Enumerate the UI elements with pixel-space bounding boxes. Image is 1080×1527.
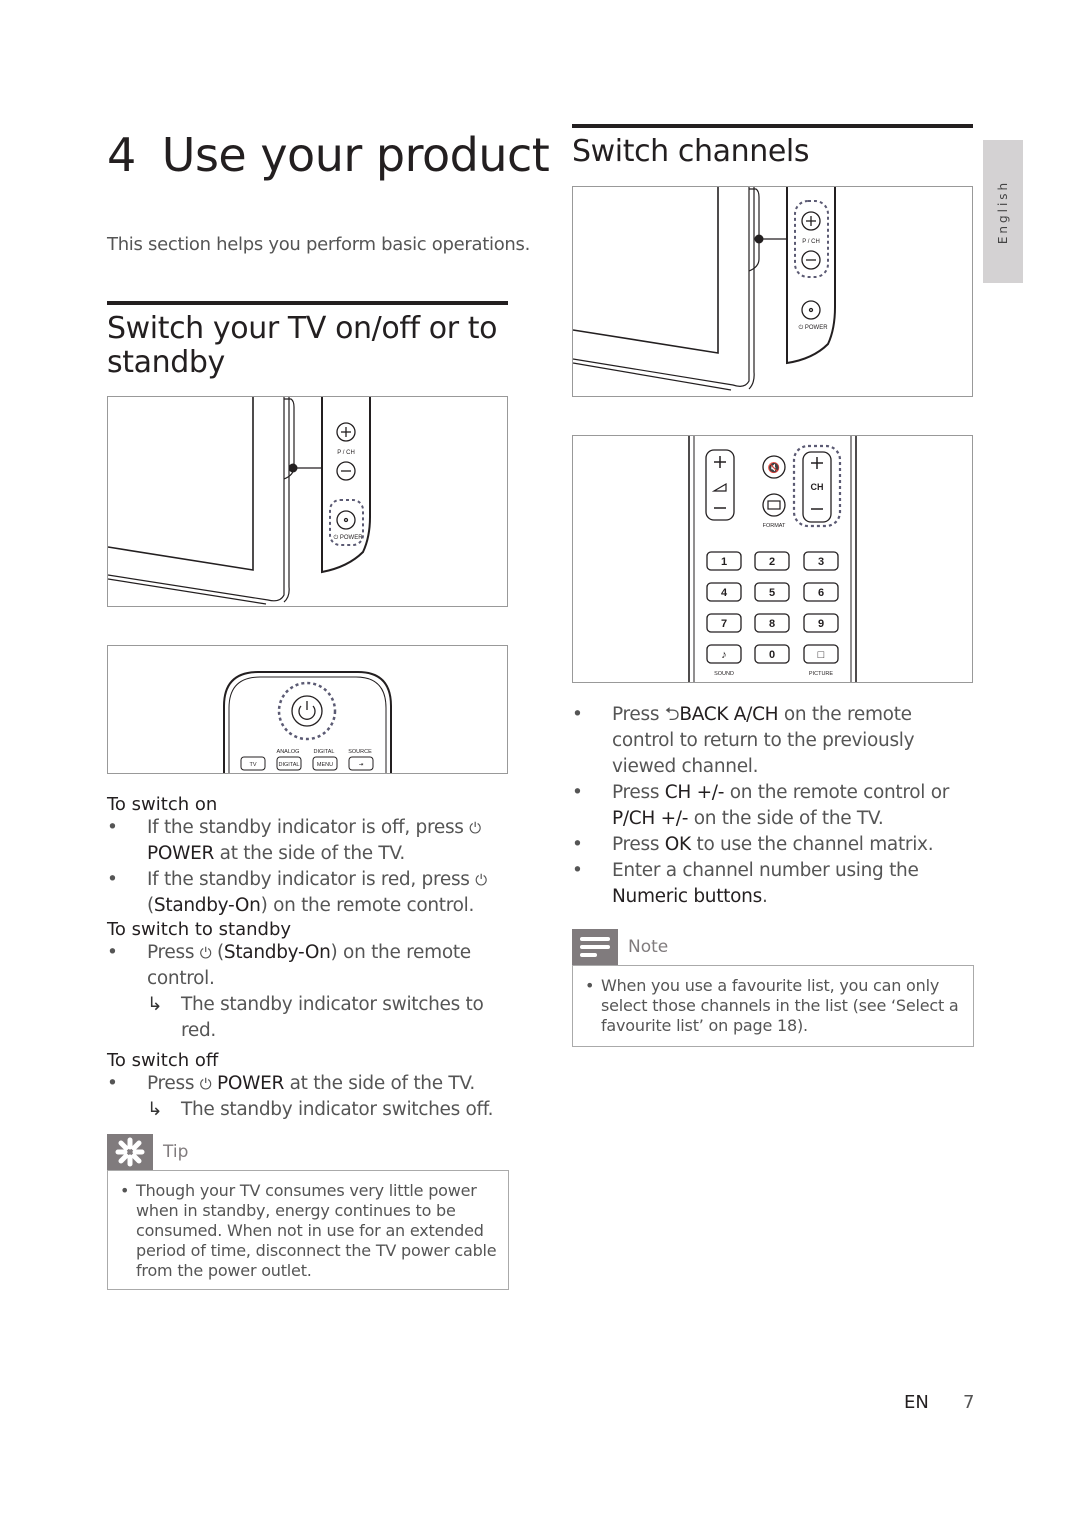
svg-text:TV: TV xyxy=(249,762,256,768)
tv-side-illustration: P / CH ⏻ POWER xyxy=(108,397,371,605)
section-title-channels: Switch channels xyxy=(572,134,810,169)
section-title-power: Switch your TV on/off or to standby xyxy=(107,311,498,380)
svg-text:SOURCE: SOURCE xyxy=(348,749,372,755)
numeric-key-label: 1 xyxy=(721,556,727,568)
result-arrow-icon: ↳ xyxy=(147,1099,163,1120)
tv-side-illustration: P / CH ⏻ POWER xyxy=(573,187,836,391)
note-icon xyxy=(572,929,618,965)
result-arrow-icon: ↳ xyxy=(147,994,163,1015)
numeric-key-label: 0 xyxy=(769,649,775,661)
heading-switch-on: To switch on xyxy=(107,794,218,815)
tip-callout: Tip • Though your TV consumes very little… xyxy=(107,1134,509,1290)
numeric-key-label: 2 xyxy=(769,556,775,568)
back-icon: ⮌ xyxy=(664,704,680,725)
power-instructions: To switch on • If the standby indicator … xyxy=(107,794,517,1123)
list-item: • Press CH +/- on the remote control or … xyxy=(572,782,950,829)
note-label: Note xyxy=(628,937,669,957)
chapter-title-text: Use your product xyxy=(161,128,550,182)
picture-label: PICTURE xyxy=(809,671,833,677)
svg-text:⇥: ⇥ xyxy=(359,762,364,768)
tip-icon xyxy=(107,1134,153,1170)
section-rule xyxy=(107,301,508,305)
list-item: • Press ⏻ (Standby-On) on the remote con… xyxy=(107,942,471,989)
power-label: ⏻ POWER xyxy=(798,324,828,331)
tip-label: Tip xyxy=(163,1142,189,1162)
remote-power-figure: ANALOG DIGITAL SOURCE TV DIGITAL MENU ⇥ xyxy=(107,645,508,774)
power-icon: ⏻ xyxy=(469,819,481,837)
standby-indicator-icon xyxy=(754,234,764,244)
result-item: ↳ The standby indicator switches off. xyxy=(107,1097,517,1123)
note-text: When you use a favourite list, you can o… xyxy=(601,976,959,1035)
ch-label: CH xyxy=(811,482,824,492)
list-item: • If the standby indicator is red, press… xyxy=(107,869,487,916)
pch-label: P / CH xyxy=(337,450,355,456)
highlight-ring xyxy=(277,681,337,741)
heading-switch-standby: To switch to standby xyxy=(107,919,292,940)
numeric-key-label: 7 xyxy=(721,618,727,630)
remote-top-illustration: ANALOG DIGITAL SOURCE TV DIGITAL MENU ⇥ xyxy=(223,671,392,773)
footer-lang: EN xyxy=(904,1392,929,1413)
tip-text: Though your TV consumes very little powe… xyxy=(136,1181,497,1280)
numeric-key-label: 6 xyxy=(818,587,824,599)
svg-text:MENU: MENU xyxy=(317,762,333,768)
numeric-key-label: □ xyxy=(818,649,825,661)
list-item: • Press OK to use the channel matrix. xyxy=(572,834,934,855)
note-callout: Note • When you use a favourite list, you… xyxy=(572,929,974,1047)
numeric-key-label: 4 xyxy=(721,587,728,599)
remote-channels-figure: 🔇 CH FORMAT 1 2 3 4 5 6 7 8 9 ♪ 0 □ SOUND PICTURE xyxy=(572,435,973,683)
pch-label: P / CH xyxy=(802,239,820,245)
numeric-key-label: 8 xyxy=(769,618,775,630)
tip-body: • Though your TV consumes very little pow… xyxy=(107,1170,509,1290)
chapter-intro: This section helps you perform basic ope… xyxy=(107,234,531,255)
list-item: • Press ⮌BACK A/CH on the remote control… xyxy=(572,704,915,777)
page-number: 7 xyxy=(963,1392,975,1413)
tv-side-channels-figure: P / CH ⏻ POWER xyxy=(572,186,973,397)
power-button-icon xyxy=(336,510,356,530)
chapter-title: 4 Use your product xyxy=(107,128,550,182)
chapter-number: 4 xyxy=(107,128,136,182)
svg-text:DIGITAL: DIGITAL xyxy=(314,749,335,755)
power-label: ⏻ POWER xyxy=(333,534,363,541)
numeric-key-label: 3 xyxy=(818,556,824,568)
result-item: ↳ The standby indicator switches to red. xyxy=(147,994,484,1041)
svg-text:ANALOG: ANALOG xyxy=(277,749,300,755)
power-button-icon xyxy=(801,300,821,320)
power-icon: ⏻ xyxy=(199,1075,212,1093)
power-icon: ⏻ xyxy=(475,871,487,889)
list-item: • Press ⏻ POWER at the side of the TV. xyxy=(107,1071,517,1097)
format-icon xyxy=(762,493,786,517)
channel-instructions: • Press ⮌BACK A/CH on the remote control… xyxy=(572,702,972,910)
tv-side-figure: P / CH ⏻ POWER xyxy=(107,396,508,607)
list-item: • If the standby indicator is off, press… xyxy=(107,817,481,864)
section-rule xyxy=(572,124,973,128)
numeric-key-label: ♪ xyxy=(721,649,727,661)
svg-text:DIGITAL: DIGITAL xyxy=(279,762,300,768)
svg-text:🔇: 🔇 xyxy=(768,461,780,474)
format-label: FORMAT xyxy=(763,523,786,529)
standby-on-button-icon xyxy=(291,695,323,727)
language-tab-label: English xyxy=(996,179,1010,244)
heading-switch-off: To switch off xyxy=(107,1050,219,1071)
numeric-key-label: 5 xyxy=(769,587,775,599)
note-body: • When you use a favourite list, you can … xyxy=(572,965,974,1047)
numeric-key-label: 9 xyxy=(818,618,824,630)
language-tab[interactable]: English xyxy=(983,140,1023,283)
sound-label: SOUND xyxy=(714,671,734,677)
power-icon: ⏻ xyxy=(199,944,212,962)
standby-indicator-icon xyxy=(288,463,298,473)
remote-channels-illustration: 🔇 CH FORMAT 1 2 3 4 5 6 7 8 9 ♪ 0 □ SOUND PICTURE xyxy=(688,436,857,682)
list-item: • Enter a channel number using the Numer… xyxy=(572,860,919,907)
numeric-keypad: 1 2 3 4 5 6 7 8 9 ♪ 0 □ xyxy=(706,551,839,664)
